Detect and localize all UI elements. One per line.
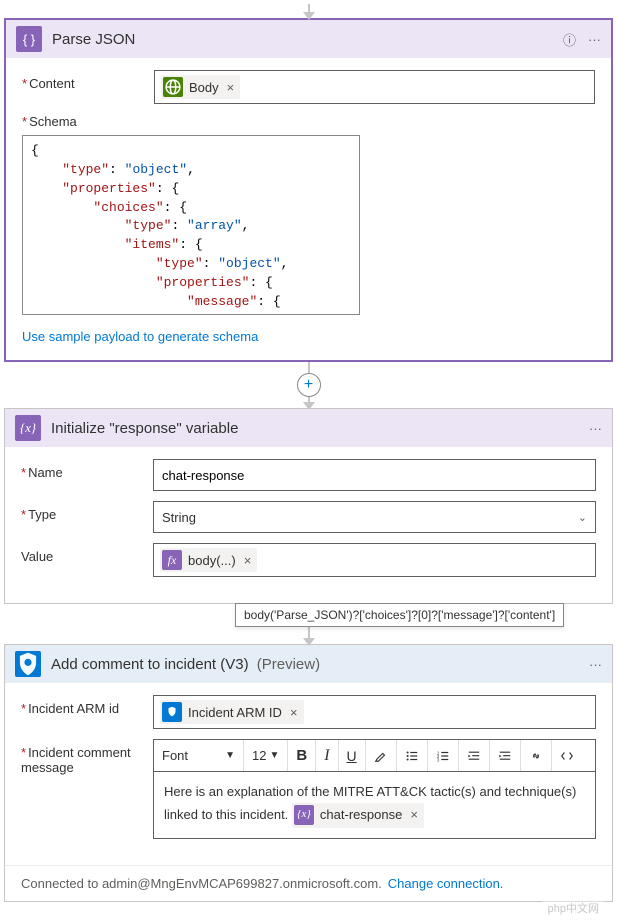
body-token[interactable]: Body × <box>161 75 240 99</box>
initialize-variable-card: {x} Initialize "response" variable ··· *… <box>4 408 613 604</box>
remove-token-icon[interactable]: × <box>225 80 237 95</box>
remove-token-icon[interactable]: × <box>408 805 420 826</box>
underline-button[interactable]: U <box>339 740 366 771</box>
link-button[interactable] <box>521 740 552 771</box>
parse-json-card: { } Parse JSON ⓘ ··· *Content Body <box>4 18 613 362</box>
sample-payload-link[interactable]: Use sample payload to generate schema <box>22 329 258 344</box>
highlight-button[interactable] <box>366 740 397 771</box>
name-label: Name <box>28 465 63 480</box>
chat-response-token[interactable]: {x} chat-response × <box>292 803 424 828</box>
code-view-button[interactable] <box>552 740 582 771</box>
card-header[interactable]: { } Parse JSON ⓘ ··· <box>6 20 611 58</box>
remove-token-icon[interactable]: × <box>288 705 300 720</box>
variable-icon: {x} <box>15 415 41 441</box>
content-label: Content <box>29 76 75 91</box>
font-select[interactable]: Font▼ <box>154 740 244 771</box>
watermark: php中文网 <box>540 898 607 918</box>
more-icon[interactable]: ··· <box>589 421 602 436</box>
type-label: Type <box>28 507 56 522</box>
italic-button[interactable]: I <box>316 740 338 771</box>
connection-footer: Connected to admin@MngEnvMCAP699827.onmi… <box>5 865 612 901</box>
variable-icon: {x} <box>294 805 314 825</box>
arm-token[interactable]: Incident ARM ID × <box>160 700 304 724</box>
more-icon[interactable]: ··· <box>588 32 601 47</box>
add-step-button[interactable]: + <box>297 373 321 397</box>
shield-icon <box>162 702 182 722</box>
remove-token-icon[interactable]: × <box>242 553 254 568</box>
content-input[interactable]: Body × <box>154 70 595 104</box>
bold-button[interactable]: B <box>288 740 316 771</box>
comment-label: Incident comment message <box>21 745 131 775</box>
outdent-button[interactable] <box>459 740 490 771</box>
svg-text:3: 3 <box>437 757 440 762</box>
card-header[interactable]: {x} Initialize "response" variable ··· <box>5 409 612 447</box>
card-title: Add comment to incident (V3) (Preview) <box>51 656 579 673</box>
add-comment-card: Add comment to incident (V3) (Preview) ·… <box>4 644 613 902</box>
preview-badge: (Preview) <box>257 656 320 673</box>
info-icon[interactable]: ⓘ <box>563 30 576 49</box>
sentinel-icon <box>15 651 41 677</box>
expression-token[interactable]: fx body(...) × <box>160 548 257 572</box>
fx-icon: fx <box>162 550 182 570</box>
number-list-button[interactable]: 123 <box>428 740 459 771</box>
code-braces-icon: { } <box>16 26 42 52</box>
expression-tooltip: body('Parse_JSON')?['choices']?[0]?['mes… <box>235 603 564 627</box>
chevron-down-icon: ⌄ <box>578 511 587 524</box>
indent-button[interactable] <box>490 740 521 771</box>
arm-id-label: Incident ARM id <box>28 701 119 716</box>
card-title: Parse JSON <box>52 31 553 48</box>
comment-editor[interactable]: Here is an explanation of the MITRE ATT&… <box>153 771 596 839</box>
type-select[interactable]: String ⌄ <box>153 501 596 533</box>
change-connection-link[interactable]: Change connection. <box>388 876 504 891</box>
more-icon[interactable]: ··· <box>589 657 602 672</box>
card-header[interactable]: Add comment to incident (V3) (Preview) ·… <box>5 645 612 683</box>
card-title: Initialize "response" variable <box>51 420 579 437</box>
size-select[interactable]: 12▼ <box>244 740 288 771</box>
value-label: Value <box>21 549 53 564</box>
value-input[interactable]: fx body(...) × <box>153 543 596 577</box>
bullet-list-button[interactable] <box>397 740 428 771</box>
arm-id-input[interactable]: Incident ARM ID × <box>153 695 596 729</box>
schema-label: Schema <box>29 114 77 129</box>
name-input[interactable] <box>153 459 596 491</box>
rte-toolbar: Font▼ 12▼ B I U 123 <box>153 739 596 771</box>
schema-editor[interactable]: { "type": "object", "properties": { "cho… <box>22 135 360 315</box>
http-icon <box>163 77 183 97</box>
